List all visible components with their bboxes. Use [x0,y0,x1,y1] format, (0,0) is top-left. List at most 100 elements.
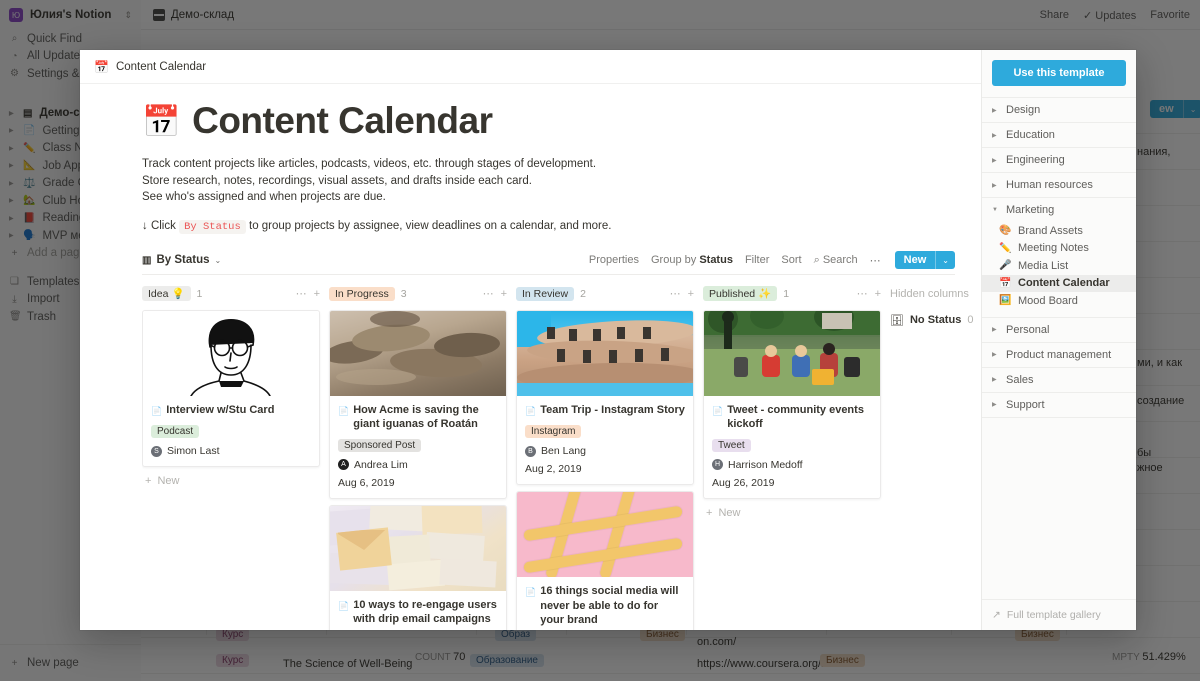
template-label: Content Calendar [1018,277,1110,290]
column-status-tag[interactable]: In Progress [329,286,395,301]
card-cover-sketch-portrait [143,310,319,396]
sparkles-emoji: ✨ [758,288,772,300]
board-card[interactable]: 📄 Team Trip - Instagram Story Instagram … [516,309,694,485]
column-name: In Progress [335,287,389,300]
plus-icon[interactable]: + [314,288,320,300]
category-label: Design [1006,104,1041,116]
column-status-tag[interactable]: Published ✨ [703,286,778,301]
search-button[interactable]: ⌕ Search [814,254,858,267]
page-icon: 📄 [338,600,350,611]
card-tag: Tweet [712,438,751,452]
category-label: Engineering [1006,154,1065,166]
assignee-name: Simon Last [167,445,220,457]
page-icon: 📄 [712,405,724,416]
hidden-columns-panel: Hidden columns 🗄 No Status 0 [890,284,981,631]
filter-button[interactable]: Filter [745,254,769,266]
avatar: S [151,445,162,457]
board-card[interactable]: 📄 Interview w/Stu Card Podcast S Simon L… [142,309,320,467]
hidden-column-no-status[interactable]: 🗄 No Status 0 [890,314,981,327]
category-human-resources[interactable]: ▶ Human resources [982,172,1136,197]
column-count: 1 [196,287,203,300]
marketing-template-list: 🎨 Brand Assets ✏️ Meeting Notes 🎤 Media … [982,222,1136,317]
ellipsis-icon[interactable]: ⋯ [857,287,868,300]
board-view-icon: ▥ [142,254,152,266]
board-card[interactable]: 📄 16 things social media will never be a… [516,491,694,630]
template-label: Mood Board [1018,294,1078,307]
column-count: 2 [580,287,586,300]
calendar-icon[interactable]: 📅 [142,106,181,137]
template-media-list[interactable]: 🎤 Media List [982,257,1136,275]
category-engineering[interactable]: ▶ Engineering [982,147,1136,172]
card-body: 📄 Tweet - community events kickoff Tweet… [704,396,880,498]
category-label: Sales [1006,373,1034,386]
sort-button[interactable]: Sort [781,254,801,266]
column-header: Published ✨ 1 ⋯ + [703,284,881,304]
category-product-management[interactable]: ▶ Product management [982,341,1136,367]
card-date: Aug 6, 2019 [338,476,395,489]
plus-icon[interactable]: + [501,288,507,300]
board-card[interactable]: 📄 10 ways to re-engage users with drip e… [329,504,507,630]
card-cover-festival-crowd [704,310,880,396]
category-personal[interactable]: ▶ Personal [982,316,1136,342]
properties-button[interactable]: Properties [589,254,639,266]
ellipsis-icon[interactable]: ⋯ [670,287,681,300]
column-tools: ⋯ + [296,287,320,301]
category-label: Marketing [1006,204,1055,216]
category-label: Personal [1006,323,1050,336]
plus-icon[interactable]: + [875,288,881,300]
plus-icon[interactable]: + [688,288,694,300]
column-status-tag[interactable]: In Review [516,286,575,301]
modal-titlebar: 📅 Content Calendar [80,50,981,84]
category-support[interactable]: ▶ Support [982,391,1136,417]
pencil-icon: ✏️ [999,242,1012,254]
chevron-down-icon[interactable]: ⌄ [215,256,222,265]
column-count: 1 [783,287,790,300]
search-icon: ⌕ [813,253,820,266]
sidebar-spacer [982,416,1136,600]
group-by-label: Group by [651,254,697,266]
chevron-right-icon: ▶ [992,327,997,333]
category-label: Human resources [1006,179,1093,191]
description-line: See who's assigned and when projects are… [142,191,386,203]
template-gallery-sidebar: Use this template ▶ Design ▶ Education ▶… [981,50,1136,630]
category-marketing[interactable]: ▼ Marketing [982,197,1136,222]
board-card[interactable]: 📄 How Acme is saving the giant iguanas o… [329,309,507,499]
column-header: Idea 💡 1 ⋯ + [142,284,320,304]
category-design[interactable]: ▶ Design [982,97,1136,122]
category-label: Education [1006,129,1055,141]
template-label: Brand Assets [1018,224,1083,237]
template-mood-board[interactable]: 🖼️ Mood Board [982,292,1136,310]
card-body: 📄 How Acme is saving the giant iguanas o… [330,396,506,498]
template-content-calendar[interactable]: 📅 Content Calendar [982,274,1136,292]
use-this-template-button[interactable]: Use this template [992,60,1126,86]
column-new-card-button[interactable]: + New [703,507,881,519]
card-assignee: A Andrea Lim [338,459,498,471]
chevron-down-icon: ▼ [992,207,998,213]
ellipsis-icon[interactable]: ⋯ [296,287,307,300]
category-education[interactable]: ▶ Education [982,122,1136,147]
modal-title: Content Calendar [115,60,207,73]
search-label: Search [822,253,858,266]
ellipsis-icon[interactable]: ⋯ [870,254,881,267]
card-assignee: H Harrison Medoff [712,459,872,471]
column-new-card-button[interactable]: + New [142,475,320,487]
template-preview-content: 📅 Content Calendar 📅 Content Calendar Tr… [80,50,981,630]
template-brand-assets[interactable]: 🎨 Brand Assets [982,222,1136,240]
chevron-down-icon[interactable]: ⌄ [936,253,955,268]
calendar-icon: 📅 [94,59,109,74]
card-date: Aug 2, 2019 [525,463,582,475]
template-meeting-notes[interactable]: ✏️ Meeting Notes [982,240,1136,258]
card-title-text: Tweet - community events kickoff [727,403,864,431]
column-status-tag[interactable]: Idea 💡 [142,286,191,301]
card-cover-hashtag-bread [517,492,693,577]
full-template-gallery-link[interactable]: ↗ Full template gallery [982,599,1136,630]
new-button[interactable]: New ⌄ [894,251,955,269]
ellipsis-icon[interactable]: ⋯ [483,287,494,300]
page-icon: 📄 [525,405,537,416]
board-card[interactable]: 📄 Tweet - community events kickoff Tweet… [703,309,881,499]
category-sales[interactable]: ▶ Sales [982,366,1136,392]
card-tag: Instagram [525,425,582,438]
group-by-button[interactable]: Group by Status [651,254,733,266]
board-column-in-progress: In Progress 3 ⋯ + 📄 How Acme is saving t… [329,284,507,630]
view-tab-by-status[interactable]: ▥ By Status ⌄ [142,254,221,266]
